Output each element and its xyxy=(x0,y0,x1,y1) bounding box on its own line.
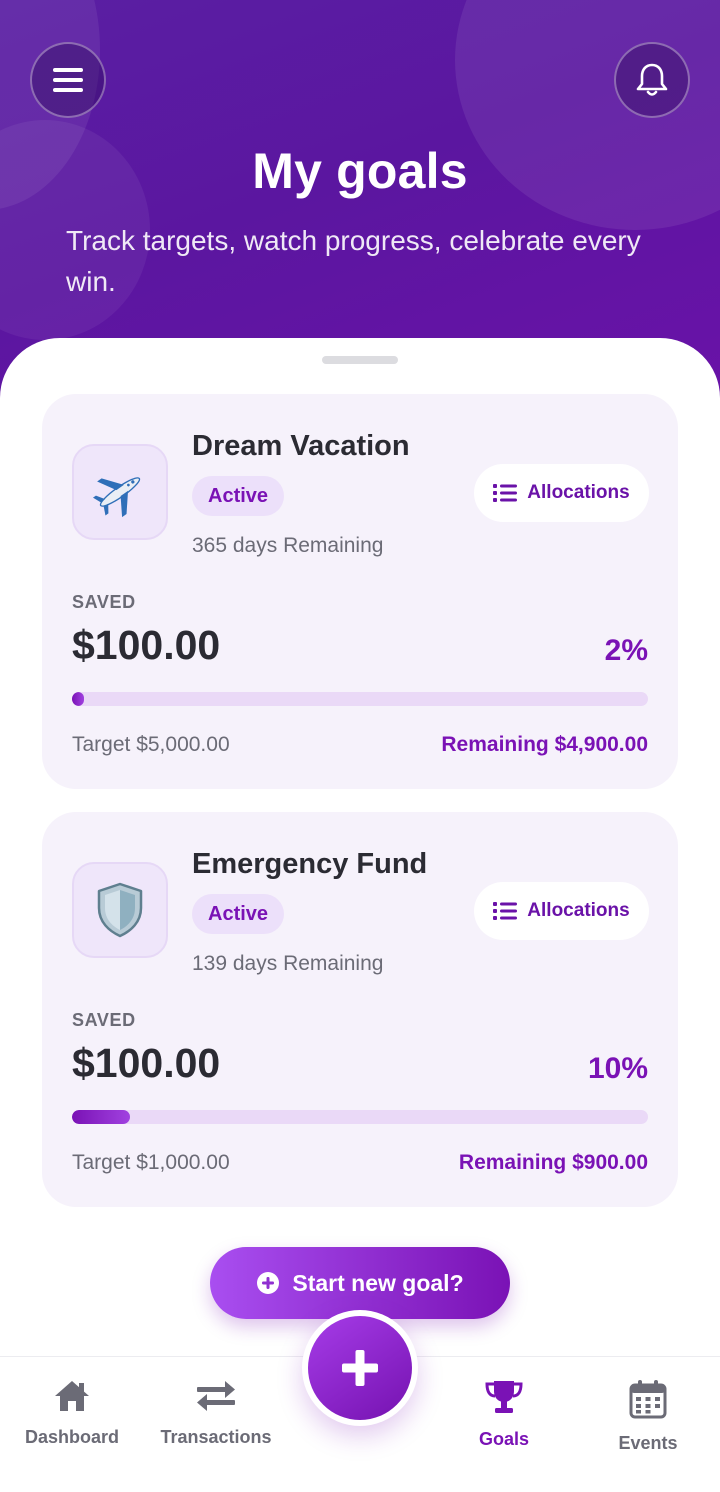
remaining-amount: Remaining $4,900.00 xyxy=(441,733,648,756)
allocations-button[interactable]: Allocations xyxy=(474,882,649,940)
add-fab-button[interactable] xyxy=(308,1316,412,1420)
shield-icon xyxy=(97,882,143,938)
airplane-icon xyxy=(92,477,141,518)
status-badge: Active xyxy=(192,894,285,934)
saved-label: SAVED xyxy=(72,592,136,612)
home-icon xyxy=(55,1381,89,1411)
nav-label: Dashboard xyxy=(24,1427,120,1447)
progress-bar xyxy=(72,692,648,706)
days-remaining: 365 days Remaining xyxy=(192,534,384,557)
allocations-label: Allocations xyxy=(527,900,630,921)
sheet-grabber[interactable] xyxy=(322,356,398,364)
progress-percent: 2% xyxy=(604,634,648,667)
status-badge: Active xyxy=(192,476,285,516)
nav-item-events[interactable]: Events xyxy=(576,1379,720,1479)
nav-label: Events xyxy=(618,1433,678,1453)
goal-name: Emergency Fund xyxy=(192,848,428,880)
nav-item-transactions[interactable]: Transactions xyxy=(144,1379,288,1479)
start-new-goal-button[interactable]: Start new goal? xyxy=(210,1247,510,1319)
progress-percent: 10% xyxy=(587,1052,648,1085)
trophy-icon xyxy=(485,1381,523,1413)
remaining-amount: Remaining $900.00 xyxy=(458,1151,648,1174)
goal-icon-tile xyxy=(72,862,168,958)
saved-label: SAVED xyxy=(72,1010,136,1030)
goal-card[interactable]: Emergency Fund Active 139 days Remaining… xyxy=(42,812,678,1207)
bell-icon xyxy=(636,63,668,96)
list-icon xyxy=(493,902,518,920)
menu-button[interactable] xyxy=(30,42,106,118)
nav-label: Goals xyxy=(478,1429,530,1449)
goal-icon-tile xyxy=(72,444,168,540)
notifications-button[interactable] xyxy=(614,42,690,118)
nav-item-goals[interactable]: Goals xyxy=(432,1379,576,1479)
goal-card[interactable]: Dream Vacation Active 365 days Remaining… xyxy=(42,394,678,789)
nav-item-dashboard[interactable]: Dashboard xyxy=(0,1379,144,1479)
allocations-label: Allocations xyxy=(527,482,630,503)
plus-circle-icon xyxy=(257,1272,280,1294)
calendar-icon xyxy=(629,1380,667,1419)
plus-icon xyxy=(342,1350,378,1386)
progress-fill xyxy=(72,1110,130,1124)
hamburger-menu-icon xyxy=(53,68,83,92)
target-amount: Target $1,000.00 xyxy=(72,1151,230,1174)
nav-label: Transactions xyxy=(160,1427,272,1447)
swap-arrows-icon xyxy=(197,1381,235,1411)
start-new-goal-label: Start new goal? xyxy=(292,1269,464,1296)
days-remaining: 139 days Remaining xyxy=(192,952,384,975)
saved-amount: $100.00 xyxy=(72,622,221,668)
allocations-button[interactable]: Allocations xyxy=(474,464,649,522)
progress-fill xyxy=(72,692,84,706)
page-title: My goals xyxy=(252,143,468,199)
progress-bar xyxy=(72,1110,648,1124)
list-icon xyxy=(493,484,518,502)
saved-amount: $100.00 xyxy=(72,1040,221,1086)
goal-name: Dream Vacation xyxy=(192,430,410,462)
page-subtitle: Track targets, watch progress, celebrate… xyxy=(66,225,641,297)
target-amount: Target $5,000.00 xyxy=(72,733,230,756)
